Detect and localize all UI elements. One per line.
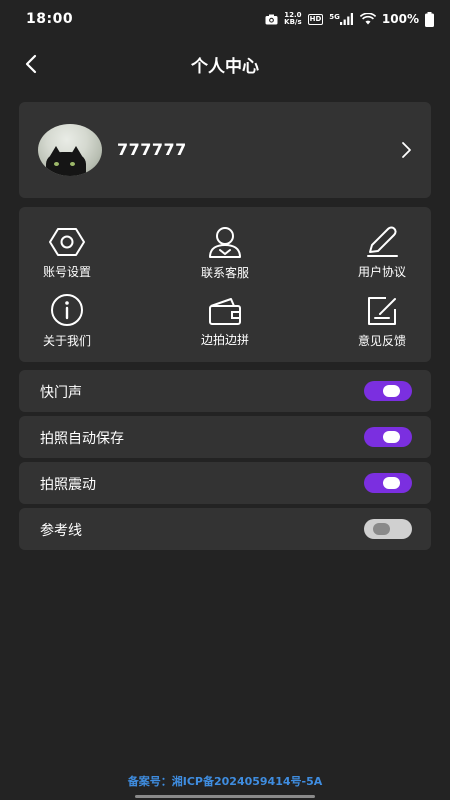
menu-label: 联系客服 xyxy=(200,266,249,280)
wifi-icon xyxy=(359,13,376,25)
feedback-edit-icon xyxy=(368,297,396,325)
setting-label: 快门声 xyxy=(40,385,82,401)
vibration-toggle[interactable] xyxy=(364,473,412,493)
battery-icon xyxy=(425,11,434,27)
menu-item-customer-service[interactable]: 联系客服 xyxy=(175,225,275,281)
toggle-knob xyxy=(383,385,400,397)
shutter-sound-toggle[interactable] xyxy=(364,381,412,401)
setting-label: 拍照震动 xyxy=(40,477,96,493)
setting-row-grid-lines: 参考线 xyxy=(19,508,431,550)
setting-row-shutter-sound: 快门声 xyxy=(19,370,431,412)
net-speed: 12.0 KB/s xyxy=(284,12,301,26)
profile-arrow[interactable] xyxy=(397,140,415,160)
auto-save-toggle[interactable] xyxy=(364,427,412,447)
setting-row-vibration: 拍照震动 xyxy=(19,462,431,504)
avatar[interactable] xyxy=(38,124,102,176)
pen-icon xyxy=(367,226,398,257)
page-title: 个人中心 xyxy=(191,57,259,77)
menu-label: 用户协议 xyxy=(357,265,406,279)
setting-label: 参考线 xyxy=(40,523,82,539)
toggle-knob xyxy=(383,431,400,443)
home-indicator[interactable] xyxy=(135,795,315,798)
info-icon xyxy=(51,294,83,326)
status-bar: 18:00 12.0 KB/s HD 5G 100% xyxy=(0,0,450,38)
status-time: 18:00 xyxy=(26,11,74,27)
grid-lines-toggle[interactable] xyxy=(364,519,412,539)
setting-label: 拍照自动保存 xyxy=(40,431,124,447)
menu-item-about-us[interactable]: 关于我们 xyxy=(17,293,117,349)
wallet-icon xyxy=(209,298,241,325)
menu-label: 关于我们 xyxy=(42,334,91,348)
profile-card[interactable]: 777777 xyxy=(19,102,431,198)
menu-item-shoot-and-stitch[interactable]: 边拍边拼 xyxy=(175,296,275,348)
chevron-right-icon xyxy=(402,142,411,158)
hexagon-settings-icon xyxy=(49,228,85,256)
net-speed-unit: KB/s xyxy=(284,18,302,26)
menu-item-user-agreement[interactable]: 用户协议 xyxy=(332,226,432,280)
signal-bars-icon xyxy=(339,13,353,25)
camera-icon xyxy=(265,14,278,24)
customer-service-icon xyxy=(209,227,241,258)
setting-row-auto-save: 拍照自动保存 xyxy=(19,416,431,458)
menu-label: 意见反馈 xyxy=(357,334,406,348)
menu-item-feedback[interactable]: 意见反馈 xyxy=(332,295,432,349)
network-type: 5G xyxy=(329,13,340,21)
icp-record-link[interactable]: 备案号：湘ICP备2024059414号-5A xyxy=(0,773,450,789)
username: 777777 xyxy=(117,140,187,159)
menu-label: 账号设置 xyxy=(42,265,91,279)
status-icons: 12.0 KB/s HD 5G 100% xyxy=(265,11,434,27)
cell-signal: 5G xyxy=(329,13,354,25)
menu-label: 边拍边拼 xyxy=(200,333,249,347)
header: 个人中心 xyxy=(0,44,450,84)
hd-badge: HD xyxy=(307,13,324,25)
toggle-knob xyxy=(383,477,400,489)
function-grid: 账号设置 联系客服 用户协议 关于我们 边拍边拼 意见反馈 xyxy=(19,207,431,362)
menu-item-account-settings[interactable]: 账号设置 xyxy=(17,226,117,280)
toggle-knob xyxy=(373,523,390,535)
battery-level: 100% xyxy=(381,12,419,26)
